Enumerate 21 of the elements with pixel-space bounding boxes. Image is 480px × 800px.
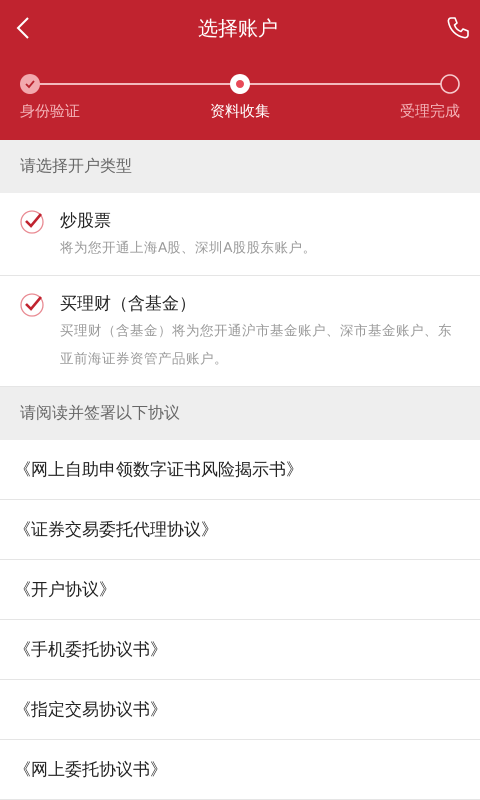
option-title: 买理财（含基金） — [60, 293, 197, 316]
agreement-link[interactable]: 《网上自助申领数字证书风险揭示书》 — [14, 458, 303, 481]
agreement-link[interactable]: 《指定交易协议书》 — [14, 698, 167, 721]
window-title: 选择账户 — [198, 14, 278, 42]
step-label: 身份验证 — [20, 102, 80, 121]
checkbox[interactable] — [20, 210, 44, 234]
section-title: 请选择开户类型 — [20, 156, 132, 177]
phone-icon[interactable] — [446, 16, 470, 40]
agreement-link[interactable]: 《网上委托协议书》 — [14, 758, 167, 781]
option-description: 将为您开通上海A股、深圳A股股东账户。 — [60, 239, 316, 258]
checkbox[interactable] — [20, 293, 44, 317]
back-icon[interactable] — [16, 16, 30, 40]
step-label: 资料收集 — [210, 102, 270, 121]
agreement-link[interactable]: 《手机委托协议书》 — [14, 638, 167, 661]
section-title: 请阅读并签署以下协议 — [20, 403, 180, 424]
agreement-link[interactable]: 《开户协议》 — [14, 578, 116, 601]
agreement-link[interactable]: 《证券交易委托代理协议》 — [14, 518, 218, 541]
option-title: 炒股票 — [60, 210, 112, 233]
account-option[interactable]: 炒股票 将为您开通上海A股、深圳A股股东账户。 — [0, 193, 480, 276]
option-description: 买理财（含基金）将为您开通沪市基金账户、深市基金账户、东亚前海证券资管产品账户。 — [60, 322, 453, 369]
step-label: 受理完成 — [400, 102, 460, 121]
